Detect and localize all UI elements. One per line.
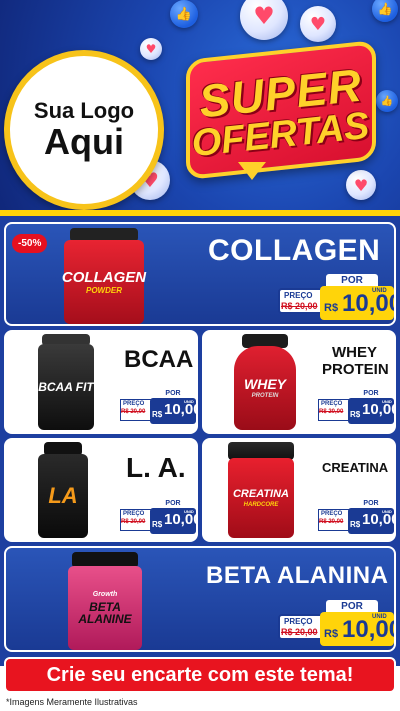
product-name: CREATINA bbox=[322, 460, 389, 475]
price-currency: R$ bbox=[350, 520, 361, 529]
price-tag: POR PREÇO R$ 20,00 R$ 10,00 UNID bbox=[318, 498, 396, 536]
old-price: R$ 20,00 bbox=[121, 519, 146, 525]
price-preco-label: PREÇO bbox=[123, 511, 145, 517]
price-tag: POR PREÇO R$ 20,00 R$ 10,00 UNID bbox=[120, 388, 198, 426]
price-tag: POR PREÇO R$ 20,00 R$ 10,00 UNID bbox=[120, 498, 198, 536]
price-tag: POR PREÇO R$ 20,00 R$ 10,00 UNID bbox=[278, 600, 394, 648]
price-value: 10,00 bbox=[342, 290, 394, 317]
price-preco-label: PREÇO bbox=[321, 401, 343, 407]
discount-badge: -50% bbox=[12, 234, 48, 253]
price-preco-label: PREÇO bbox=[284, 617, 313, 626]
price-unit: UNID bbox=[372, 288, 387, 294]
product-name: BCAA bbox=[124, 346, 194, 373]
old-price: R$ 20,00 bbox=[319, 409, 344, 415]
price-tag: POR PREÇO R$ 20,00 R$ 10,00 UNID bbox=[278, 274, 394, 322]
price-unit: UNID bbox=[382, 399, 392, 404]
jar-sublabel: PROTEIN bbox=[251, 393, 279, 399]
old-price: R$ 20,00 bbox=[281, 301, 318, 311]
jar-label: BCAA FIT bbox=[38, 380, 94, 394]
product-card-la[interactable]: LA L. A. POR PREÇO R$ 20,00 R$ 10,00 UNI… bbox=[4, 438, 198, 542]
super-ofertas-badge: SUPER OFERTAS bbox=[178, 36, 383, 180]
product-card-collagen[interactable]: -50% COLLAGEN POWDER COLLAGEN POR PREÇO … bbox=[4, 222, 396, 326]
logo-text-line2: Aqui bbox=[44, 121, 124, 163]
price-tag: POR PREÇO R$ 20,00 R$ 10,00 UNID bbox=[318, 388, 396, 426]
product-name: L. A. bbox=[126, 452, 186, 483]
price-unit: UNID bbox=[184, 399, 194, 404]
jar-label: WHEY bbox=[244, 376, 286, 392]
product-image-creatina: CREATINA HARDCORE bbox=[228, 442, 294, 538]
logo-text-line1: Sua Logo bbox=[33, 98, 135, 123]
product-card-bcaa[interactable]: BCAA FIT BCAA POR PREÇO R$ 20,00 R$ 10,0… bbox=[4, 330, 198, 434]
price-preco-label: PREÇO bbox=[321, 511, 343, 517]
product-card-beta-alanina[interactable]: Growth BETA ALANINE BETA ALANINA POR PRE… bbox=[4, 546, 396, 652]
price-currency: R$ bbox=[152, 410, 163, 419]
product-image-bcaa: BCAA FIT bbox=[38, 334, 94, 430]
product-card-whey-protein[interactable]: WHEY PROTEIN WHEY PROTEIN POR PREÇO R$ 2… bbox=[202, 330, 396, 434]
product-image-la: LA bbox=[38, 442, 88, 538]
heart-icon: ♥ bbox=[240, 0, 288, 40]
footnote: *Imagens Meramente Ilustrativas bbox=[6, 697, 138, 707]
price-currency: R$ bbox=[350, 410, 361, 419]
product-image-whey: WHEY PROTEIN bbox=[234, 334, 296, 430]
old-price: R$ 20,00 bbox=[121, 409, 146, 415]
price-unit: UNID bbox=[382, 509, 392, 514]
cta-banner[interactable]: Crie seu encarte com este tema! bbox=[4, 657, 396, 693]
price-currency: R$ bbox=[152, 520, 163, 529]
product-card-creatina[interactable]: CREATINA HARDCORE CREATINA POR PREÇO R$ … bbox=[202, 438, 396, 542]
jar-sublabel: POWDER bbox=[86, 285, 122, 295]
like-icon: 👍 bbox=[372, 0, 398, 22]
jar-label: COLLAGEN bbox=[61, 268, 147, 286]
product-image-collagen: COLLAGEN POWDER bbox=[61, 228, 147, 324]
price-value: 10,00 bbox=[342, 616, 394, 643]
product-name-line1: WHEY bbox=[332, 344, 377, 361]
jar-sublabel: HARDCORE bbox=[243, 501, 279, 508]
product-name: BETA ALANINA bbox=[206, 562, 389, 589]
product-name-line2: PROTEIN bbox=[322, 361, 389, 378]
price-unit: UNID bbox=[372, 614, 387, 620]
jar-label: LA bbox=[48, 483, 78, 508]
old-price: R$ 20,00 bbox=[319, 519, 344, 525]
jar-brand: Growth bbox=[92, 591, 118, 598]
logo-placeholder: Sua Logo Aqui bbox=[4, 50, 164, 210]
jar-label: BETA ALANINE bbox=[78, 600, 132, 626]
price-currency: R$ bbox=[324, 302, 339, 314]
product-name: COLLAGEN bbox=[208, 234, 381, 267]
price-preco-label: PREÇO bbox=[284, 291, 313, 300]
header-banner: ♥ ♥ ♥ ♥ ♥ 👍 👍 👍 Sua Logo Aqui SUPER OFER… bbox=[0, 0, 400, 214]
heart-icon: ♥ bbox=[140, 38, 162, 60]
price-unit: UNID bbox=[184, 509, 194, 514]
price-currency: R$ bbox=[324, 628, 339, 640]
price-preco-label: PREÇO bbox=[123, 401, 145, 407]
jar-label: CREATINA bbox=[232, 487, 289, 500]
product-image-beta-alanina: Growth BETA ALANINE bbox=[68, 552, 142, 650]
old-price: R$ 20,00 bbox=[281, 627, 318, 637]
like-icon: 👍 bbox=[170, 0, 198, 28]
